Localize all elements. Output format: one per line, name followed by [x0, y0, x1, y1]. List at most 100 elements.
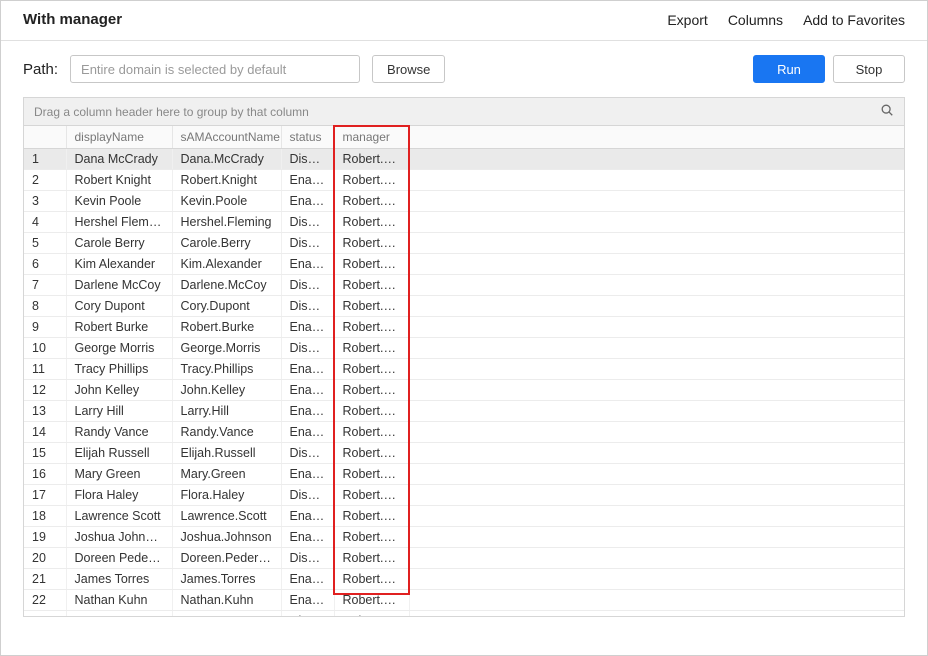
- cell-status: Enabled: [281, 401, 334, 422]
- cell-index: 7: [24, 275, 66, 296]
- run-button[interactable]: Run: [753, 55, 825, 83]
- cell-status: Enabled: [281, 359, 334, 380]
- cell-displayname: Larry Hill: [66, 401, 172, 422]
- cell-displayname: John Kelley: [66, 380, 172, 401]
- cell-blank: [409, 569, 904, 590]
- table-row[interactable]: 21James TorresJames.TorresEnabledRobert.…: [24, 569, 904, 590]
- col-header-index[interactable]: [24, 126, 66, 149]
- table-row[interactable]: 5Carole BerryCarole.BerryDisabledRobert.…: [24, 233, 904, 254]
- cell-status: Enabled: [281, 191, 334, 212]
- cell-displayname: George Morris: [66, 338, 172, 359]
- columns-link[interactable]: Columns: [728, 12, 783, 28]
- table-row[interactable]: 10George MorrisGeorge.MorrisDisabledRobe…: [24, 338, 904, 359]
- table-row[interactable]: 18Lawrence ScottLawrence.ScottEnabledRob…: [24, 506, 904, 527]
- search-icon[interactable]: [880, 103, 894, 120]
- cell-status: Disabled: [281, 233, 334, 254]
- table-row[interactable]: 6Kim AlexanderKim.AlexanderEnabledRobert…: [24, 254, 904, 275]
- cell-status: Enabled: [281, 506, 334, 527]
- group-hint-text: Drag a column header here to group by th…: [34, 105, 309, 119]
- cell-manager: Robert.Allen: [334, 233, 409, 254]
- stop-button[interactable]: Stop: [833, 55, 905, 83]
- cell-displayname: Randy Vance: [66, 422, 172, 443]
- table-row[interactable]: 9Robert BurkeRobert.BurkeEnabledRobert.A…: [24, 317, 904, 338]
- cell-blank: [409, 464, 904, 485]
- table-row[interactable]: 19Joshua JohnsonJoshua.JohnsonEnabledRob…: [24, 527, 904, 548]
- table-row[interactable]: 12John KelleyJohn.KelleyEnabledRobert.Al…: [24, 380, 904, 401]
- add-favorites-link[interactable]: Add to Favorites: [803, 12, 905, 28]
- table-row[interactable]: 23Eugene TurnerEugene.TurnerDisabledRobe…: [24, 611, 904, 617]
- table-row[interactable]: 16Mary GreenMary.GreenEnabledRobert.Alle…: [24, 464, 904, 485]
- run-stop-group: Run Stop: [753, 55, 905, 83]
- cell-displayname: Nathan Kuhn: [66, 590, 172, 611]
- cell-blank: [409, 527, 904, 548]
- cell-index: 11: [24, 359, 66, 380]
- col-header-displayname[interactable]: displayName: [66, 126, 172, 149]
- cell-manager: Robert.Allen: [334, 149, 409, 170]
- cell-blank: [409, 254, 904, 275]
- cell-displayname: Carole Berry: [66, 233, 172, 254]
- table-row[interactable]: 15Elijah RussellElijah.RussellDisabledRo…: [24, 443, 904, 464]
- table-row[interactable]: 11Tracy PhillipsTracy.PhillipsEnabledRob…: [24, 359, 904, 380]
- table-row[interactable]: 2Robert KnightRobert.KnightEnabledRobert…: [24, 170, 904, 191]
- cell-status: Disabled: [281, 296, 334, 317]
- browse-button[interactable]: Browse: [372, 55, 445, 83]
- table-row[interactable]: 17Flora HaleyFlora.HaleyDisabledRobert.A…: [24, 485, 904, 506]
- cell-status: Enabled: [281, 170, 334, 191]
- cell-status: Disabled: [281, 611, 334, 617]
- cell-blank: [409, 590, 904, 611]
- path-input[interactable]: [70, 55, 360, 83]
- table-row[interactable]: 1Dana McCradyDana.McCradyDisabledRobert.…: [24, 149, 904, 170]
- cell-displayname: Doreen Pedersen: [66, 548, 172, 569]
- table-row[interactable]: 22Nathan KuhnNathan.KuhnEnabledRobert.Al…: [24, 590, 904, 611]
- cell-manager: Robert.Allen: [334, 338, 409, 359]
- cell-samaccountname: Joshua.Johnson: [172, 527, 281, 548]
- table-row[interactable]: 14Randy VanceRandy.VanceEnabledRobert.Al…: [24, 422, 904, 443]
- col-header-samaccountname[interactable]: sAMAccountName: [172, 126, 281, 149]
- data-grid: displayName sAMAccountName status manage…: [24, 126, 904, 616]
- table-row[interactable]: 3Kevin PooleKevin.PooleEnabledRobert.All…: [24, 191, 904, 212]
- cell-blank: [409, 170, 904, 191]
- cell-status: Disabled: [281, 338, 334, 359]
- cell-index: 21: [24, 569, 66, 590]
- table-row[interactable]: 20Doreen PedersenDoreen.PedersenDisabled…: [24, 548, 904, 569]
- cell-index: 14: [24, 422, 66, 443]
- table-row[interactable]: 13Larry HillLarry.HillEnabledRobert.Alle…: [24, 401, 904, 422]
- cell-blank: [409, 506, 904, 527]
- cell-samaccountname: Flora.Haley: [172, 485, 281, 506]
- cell-samaccountname: Tracy.Phillips: [172, 359, 281, 380]
- cell-displayname: Mary Green: [66, 464, 172, 485]
- path-label: Path:: [23, 61, 58, 78]
- col-header-status[interactable]: status: [281, 126, 334, 149]
- cell-index: 22: [24, 590, 66, 611]
- cell-index: 20: [24, 548, 66, 569]
- cell-blank: [409, 149, 904, 170]
- grid-scroll[interactable]: displayName sAMAccountName status manage…: [24, 126, 904, 616]
- cell-displayname: Kim Alexander: [66, 254, 172, 275]
- col-header-blank: [409, 126, 904, 149]
- cell-manager: Robert.Allen: [334, 611, 409, 617]
- cell-index: 17: [24, 485, 66, 506]
- cell-blank: [409, 548, 904, 569]
- cell-samaccountname: Lawrence.Scott: [172, 506, 281, 527]
- cell-manager: Robert.Allen: [334, 527, 409, 548]
- grid-container: Drag a column header here to group by th…: [23, 97, 905, 617]
- cell-manager: Robert.Allen: [334, 254, 409, 275]
- cell-manager: Robert.Allen: [334, 170, 409, 191]
- cell-samaccountname: Darlene.McCoy: [172, 275, 281, 296]
- cell-status: Enabled: [281, 527, 334, 548]
- cell-manager: Robert.Allen: [334, 506, 409, 527]
- cell-index: 15: [24, 443, 66, 464]
- cell-index: 12: [24, 380, 66, 401]
- group-by-bar[interactable]: Drag a column header here to group by th…: [24, 98, 904, 126]
- table-row[interactable]: 7Darlene McCoyDarlene.McCoyDisabledRober…: [24, 275, 904, 296]
- export-link[interactable]: Export: [667, 12, 707, 28]
- cell-manager: Robert.Allen: [334, 380, 409, 401]
- cell-displayname: Cory Dupont: [66, 296, 172, 317]
- col-header-manager[interactable]: manager: [334, 126, 409, 149]
- cell-index: 16: [24, 464, 66, 485]
- cell-displayname: Tracy Phillips: [66, 359, 172, 380]
- cell-index: 18: [24, 506, 66, 527]
- table-row[interactable]: 8Cory DupontCory.DupontDisabledRobert.Al…: [24, 296, 904, 317]
- cell-displayname: Kevin Poole: [66, 191, 172, 212]
- table-row[interactable]: 4Hershel FlemingHershel.FlemingDisabledR…: [24, 212, 904, 233]
